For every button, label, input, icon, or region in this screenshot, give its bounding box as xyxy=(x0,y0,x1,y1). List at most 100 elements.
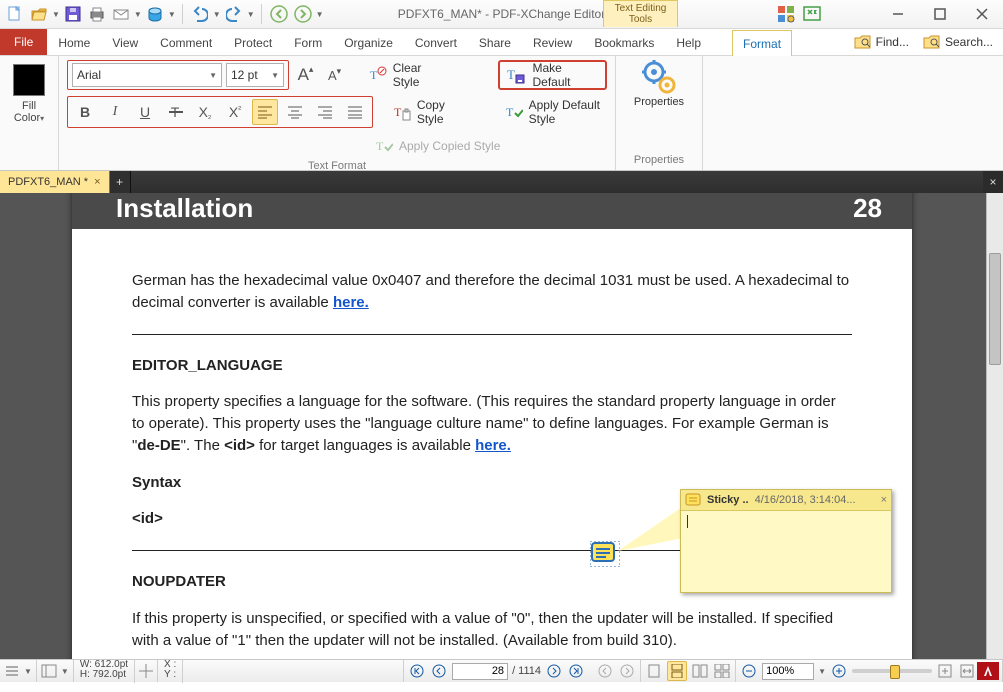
properties-button[interactable] xyxy=(642,60,676,94)
fit-width-icon[interactable] xyxy=(958,662,976,680)
scan-dropdown-icon[interactable]: ▼ xyxy=(168,10,176,19)
copy-style-button[interactable]: T Copy Style xyxy=(389,100,461,124)
link-here-2[interactable]: here. xyxy=(475,437,511,454)
file-tab[interactable]: File xyxy=(0,29,47,55)
align-left-icon[interactable] xyxy=(252,99,278,125)
nav-prev-view-icon[interactable] xyxy=(596,662,614,680)
open-dropdown-icon[interactable]: ▼ xyxy=(52,10,60,19)
open-icon[interactable] xyxy=(28,3,50,25)
italic-icon[interactable]: I xyxy=(102,99,128,125)
launch-app-icon[interactable] xyxy=(801,3,823,25)
align-center-icon[interactable] xyxy=(282,99,308,125)
fill-color-label[interactable]: Fill Color▾ xyxy=(14,100,44,125)
tab-convert[interactable]: Convert xyxy=(404,29,468,55)
maximize-button[interactable] xyxy=(923,3,957,25)
search-button[interactable]: Search... xyxy=(923,34,993,50)
make-default-button[interactable]: T Make Default xyxy=(502,63,603,87)
zoom-input[interactable] xyxy=(762,663,814,680)
document-tab[interactable]: PDFXT6_MAN * × xyxy=(0,171,110,193)
fill-color-swatch[interactable] xyxy=(13,64,45,96)
vertical-scrollbar[interactable] xyxy=(986,193,1003,659)
redo-icon[interactable] xyxy=(223,3,245,25)
two-page-continuous-icon[interactable] xyxy=(713,662,731,680)
undo-dropdown-icon[interactable]: ▼ xyxy=(213,10,221,19)
toggle-panes[interactable]: ▼ xyxy=(37,660,74,682)
first-page-icon[interactable] xyxy=(408,662,426,680)
sticky-note-annotation[interactable] xyxy=(590,541,620,567)
single-page-icon[interactable] xyxy=(645,662,663,680)
tab-share[interactable]: Share xyxy=(468,29,522,55)
document-workspace[interactable]: Installation 28 German has the hexadecim… xyxy=(0,193,1003,659)
fit-page-icon[interactable] xyxy=(936,662,954,680)
font-family-select[interactable]: Arial▼ xyxy=(72,63,222,87)
minimize-button[interactable] xyxy=(881,3,915,25)
tab-form[interactable]: Form xyxy=(283,29,333,55)
mail-icon[interactable] xyxy=(110,3,132,25)
tab-help[interactable]: Help xyxy=(665,29,712,55)
bold-icon[interactable]: B xyxy=(72,99,98,125)
tab-comment[interactable]: Comment xyxy=(149,29,223,55)
crosshair-toggle[interactable] xyxy=(135,660,158,682)
tab-organize[interactable]: Organize xyxy=(333,29,404,55)
new-tab-button[interactable]: + xyxy=(110,171,131,193)
zoom-in-icon[interactable] xyxy=(830,662,848,680)
last-page-icon[interactable] xyxy=(567,662,585,680)
zoom-dropdown-icon[interactable]: ▼ xyxy=(818,667,826,676)
print-icon[interactable] xyxy=(86,3,108,25)
tab-format[interactable]: Format xyxy=(732,30,792,56)
strikethrough-icon[interactable]: T xyxy=(162,99,188,125)
nav-next-view-icon[interactable] xyxy=(618,662,636,680)
tab-home[interactable]: Home xyxy=(47,29,101,55)
scan-icon[interactable] xyxy=(144,3,166,25)
apply-default-button[interactable]: T Apply Default Style xyxy=(501,100,607,124)
tab-view[interactable]: View xyxy=(101,29,149,55)
ui-options-icon[interactable] xyxy=(775,3,797,25)
mail-dropdown-icon[interactable]: ▼ xyxy=(134,10,142,19)
clear-style-button[interactable]: T Clear Style xyxy=(365,63,452,87)
tab-review[interactable]: Review xyxy=(522,29,583,55)
align-right-icon[interactable] xyxy=(312,99,338,125)
sticky-note-popup[interactable]: Sticky .. 4/16/2018, 3:14:04... × xyxy=(680,489,892,593)
nav-forward-icon[interactable] xyxy=(292,3,314,25)
tab-protect[interactable]: Protect xyxy=(223,29,283,55)
clear-style-icon: T xyxy=(369,66,387,84)
close-doc-tab-icon[interactable]: × xyxy=(94,176,100,188)
save-icon[interactable] xyxy=(62,3,84,25)
next-page-icon[interactable] xyxy=(545,662,563,680)
svg-text:T: T xyxy=(506,105,514,119)
contextual-tab-text-editing[interactable]: Text Editing Tools xyxy=(603,0,678,27)
continuous-icon[interactable] xyxy=(667,661,687,681)
adobe-icon[interactable] xyxy=(977,662,999,680)
two-page-icon[interactable] xyxy=(691,662,709,680)
font-size-select[interactable]: 12 pt▼ xyxy=(226,63,284,87)
sticky-popup-close-icon[interactable]: × xyxy=(881,494,887,506)
grow-font-icon[interactable]: A▴ xyxy=(293,62,318,88)
options-icon xyxy=(4,664,20,678)
page-number-input[interactable] xyxy=(452,663,508,680)
prev-page-icon[interactable] xyxy=(430,662,448,680)
zoom-slider[interactable] xyxy=(852,669,932,673)
find-button[interactable]: Find... xyxy=(854,34,909,50)
sticky-popup-body[interactable] xyxy=(681,511,891,532)
options-dropdown[interactable]: ▼ xyxy=(0,660,37,682)
sticky-popup-header[interactable]: Sticky .. 4/16/2018, 3:14:04... × xyxy=(681,490,891,511)
tab-bookmarks[interactable]: Bookmarks xyxy=(583,29,665,55)
superscript-icon[interactable]: X² xyxy=(222,99,248,125)
underline-icon[interactable]: U xyxy=(132,99,158,125)
align-justify-icon[interactable] xyxy=(342,99,368,125)
subscript-icon[interactable]: X₂ xyxy=(192,99,218,125)
zoom-slider-knob[interactable] xyxy=(890,665,900,679)
svg-text:T: T xyxy=(376,139,384,153)
nav-back-icon[interactable] xyxy=(268,3,290,25)
close-all-tabs-icon[interactable]: × xyxy=(983,171,1003,193)
zoom-out-icon[interactable] xyxy=(740,662,758,680)
text-format-group: Arial▼ 12 pt▼ A▴ A▾ T Clear Style T Make… xyxy=(59,56,616,170)
qat-customize-icon[interactable]: ▼ xyxy=(316,10,324,19)
shrink-font-icon[interactable]: A▾ xyxy=(322,62,347,88)
scrollbar-thumb[interactable] xyxy=(989,253,1001,365)
redo-dropdown-icon[interactable]: ▼ xyxy=(247,10,255,19)
close-button[interactable] xyxy=(965,3,999,25)
link-here-1[interactable]: here. xyxy=(333,294,369,311)
new-doc-icon[interactable] xyxy=(4,3,26,25)
undo-icon[interactable] xyxy=(189,3,211,25)
